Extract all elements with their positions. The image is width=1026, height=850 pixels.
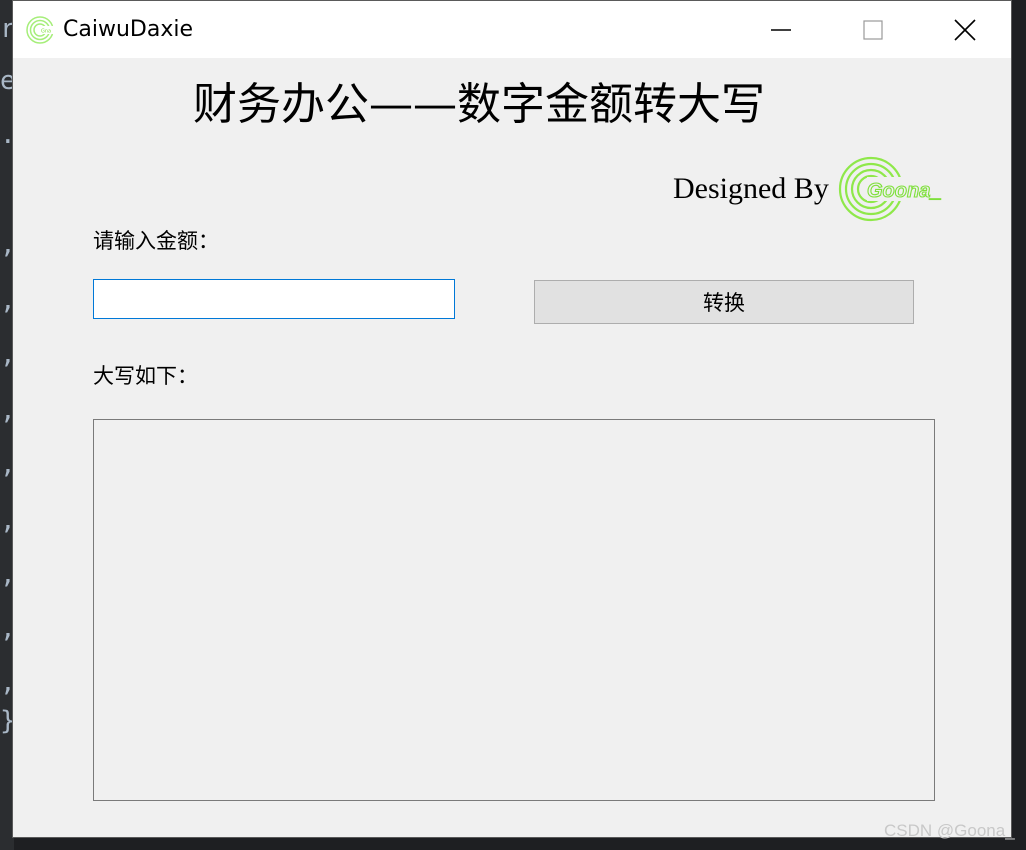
amount-input[interactable] [93,279,455,319]
result-textarea[interactable] [93,419,935,801]
goona-app-icon: Gna [26,16,54,44]
minimize-icon [771,28,791,31]
amount-label: 请输入金额： [93,229,219,253]
designed-by-text: Designed By [673,172,829,205]
title-bar[interactable]: Gna CaiwuDaxie [13,1,1011,58]
window-title: CaiwuDaxie [63,17,193,42]
csdn-watermark: CSDN @Goona_ [884,821,1015,840]
logo-text: Goona_ [867,180,941,202]
maximize-button[interactable] [829,1,917,58]
close-icon [954,18,976,41]
result-label: 大写如下： [93,364,198,388]
page-title: 财务办公——数字金额转大写 [193,79,765,130]
convert-button[interactable]: 转换 [534,280,914,324]
minimize-button[interactable] [737,1,825,58]
maximize-icon [863,19,883,40]
close-button[interactable] [921,1,1009,58]
goona-logo: Goona_ [838,156,949,222]
svg-text:Gna: Gna [41,29,51,35]
app-window: Gna CaiwuDaxie 财务办公——数字金额转大写 Designed By [12,0,1012,838]
